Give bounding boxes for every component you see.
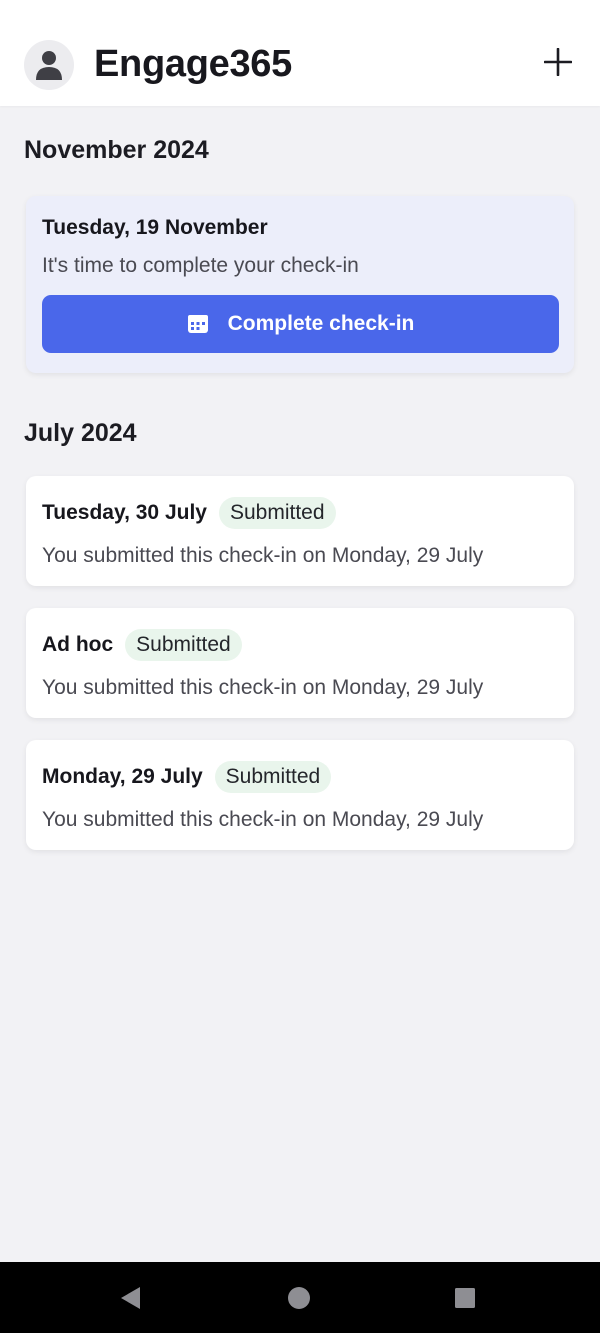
card-title: Tuesday, 19 November bbox=[42, 216, 268, 239]
square-recents-icon bbox=[455, 1288, 475, 1308]
profile-avatar[interactable] bbox=[24, 40, 74, 90]
app-title: Engage365 bbox=[94, 43, 292, 85]
nav-home-button[interactable] bbox=[287, 1286, 311, 1315]
card-title: Tuesday, 30 July bbox=[42, 501, 207, 524]
check-in-card-submitted[interactable]: Ad hoc Submitted You submitted this chec… bbox=[26, 608, 574, 718]
nav-back-button[interactable] bbox=[116, 1284, 144, 1317]
complete-check-in-button[interactable]: Complete check-in bbox=[42, 295, 559, 353]
card-subtitle: You submitted this check-in on Monday, 2… bbox=[42, 544, 484, 567]
add-check-in-button[interactable] bbox=[538, 42, 578, 82]
nav-recents-button[interactable] bbox=[454, 1287, 476, 1314]
complete-check-in-label: Complete check-in bbox=[227, 312, 415, 335]
card-title-row: Monday, 29 July Submitted bbox=[42, 761, 332, 793]
app-bar: Engage365 bbox=[0, 0, 600, 106]
circle-home-icon bbox=[288, 1287, 310, 1309]
triangle-back-icon bbox=[121, 1287, 140, 1309]
card-subtitle: You submitted this check-in on Monday, 2… bbox=[42, 808, 484, 831]
card-title-row: Tuesday, 30 July Submitted bbox=[42, 497, 336, 529]
check-in-card-submitted[interactable]: Monday, 29 July Submitted You submitted … bbox=[26, 740, 574, 850]
plus-icon bbox=[544, 48, 572, 76]
person-icon bbox=[36, 51, 62, 80]
check-in-card-due: Tuesday, 19 November It's time to comple… bbox=[26, 196, 574, 373]
card-title: Monday, 29 July bbox=[42, 765, 203, 788]
status-badge: Submitted bbox=[125, 629, 242, 661]
card-title-row: Tuesday, 19 November bbox=[42, 216, 268, 240]
section-heading-july: July 2024 bbox=[24, 419, 137, 447]
calendar-icon bbox=[187, 314, 209, 334]
card-title: Ad hoc bbox=[42, 633, 114, 656]
card-subtitle: You submitted this check-in on Monday, 2… bbox=[42, 676, 484, 699]
status-badge: Submitted bbox=[218, 497, 336, 529]
card-title-row: Ad hoc Submitted bbox=[42, 629, 242, 661]
check-in-card-submitted[interactable]: Tuesday, 30 July Submitted You submitted… bbox=[26, 476, 574, 586]
status-badge: Submitted bbox=[214, 761, 332, 793]
section-heading-november: November 2024 bbox=[24, 136, 209, 164]
card-subtitle: It's time to complete your check-in bbox=[42, 254, 359, 277]
system-navigation-bar bbox=[0, 1262, 600, 1333]
